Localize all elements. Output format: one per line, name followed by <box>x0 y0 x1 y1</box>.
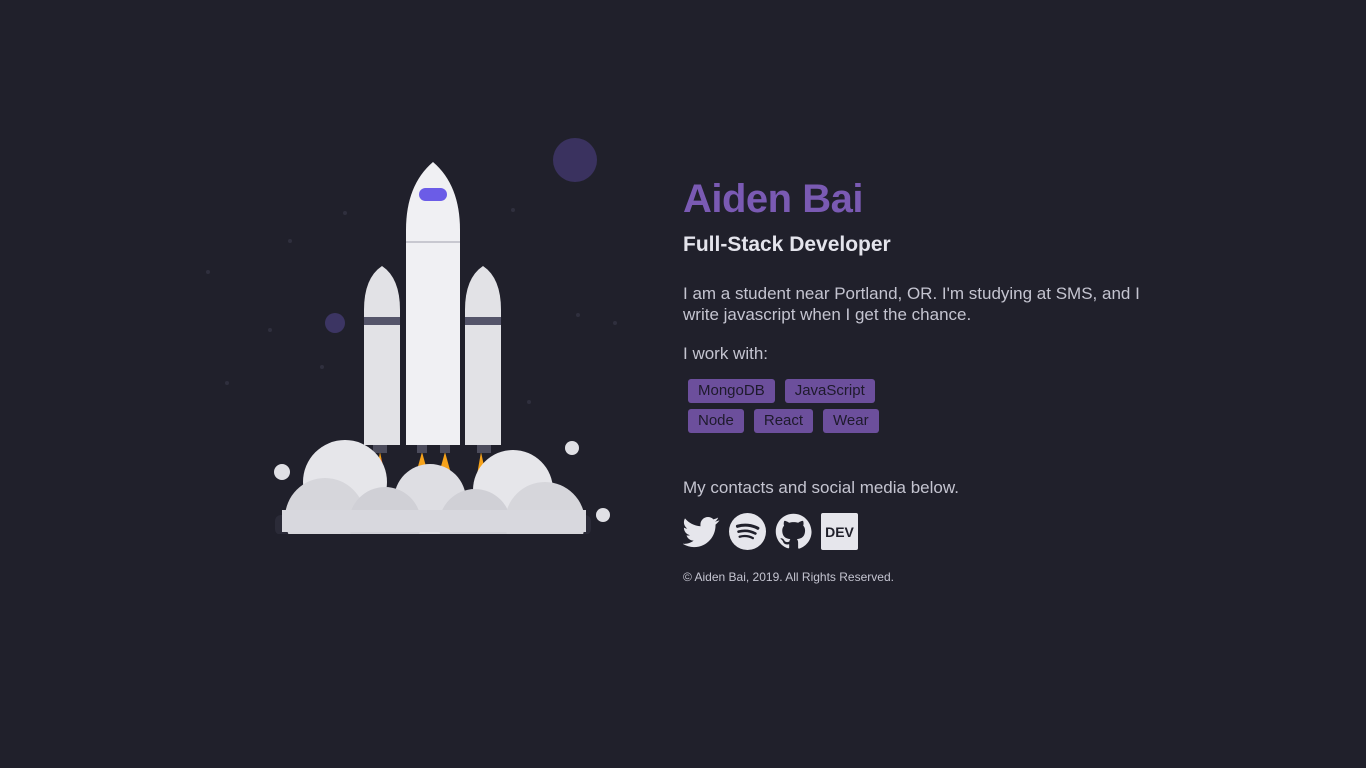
left-booster <box>364 266 400 453</box>
tag-javascript: JavaScript <box>784 379 875 403</box>
tag-wear: Wear <box>823 409 879 433</box>
tech-tags: MongoDB JavaScript Node React Wear <box>688 379 918 439</box>
rocket-illustration <box>195 130 635 550</box>
profile-section: Aiden Bai Full-Stack Developer I am a st… <box>683 176 1173 585</box>
profile-role: Full-Stack Developer <box>683 233 891 256</box>
rocket-launch-svg <box>206 138 617 550</box>
spotify-link[interactable] <box>729 513 766 550</box>
work-with-label: I work with: <box>683 344 769 363</box>
twitter-link[interactable] <box>683 513 720 550</box>
github-link[interactable] <box>775 513 812 550</box>
rocket-window <box>419 188 447 201</box>
planet-small <box>325 313 345 333</box>
social-links: DEV <box>683 513 1173 550</box>
contacts-label: My contacts and social media below. <box>683 478 959 497</box>
right-booster <box>465 266 501 453</box>
copyright: © Aiden Bai, 2019. All Rights Reserved. <box>683 570 894 584</box>
spotify-icon <box>729 513 766 550</box>
twitter-icon <box>683 517 720 548</box>
github-icon <box>775 513 812 549</box>
planet-large <box>553 138 597 182</box>
profile-bio: I am a student near Portland, OR. I'm st… <box>683 284 1140 324</box>
dev-link[interactable]: DEV <box>821 513 858 550</box>
page: Aiden Bai Full-Stack Developer I am a st… <box>0 0 1366 768</box>
cloud-base-mask <box>255 534 615 550</box>
tag-react: React <box>753 409 814 433</box>
central-core <box>406 162 460 453</box>
tag-node: Node <box>688 409 744 433</box>
launch-clouds <box>274 440 610 550</box>
dev-icon-label: DEV <box>825 524 854 540</box>
profile-name: Aiden Bai <box>683 177 863 221</box>
tag-mongodb: MongoDB <box>688 379 775 403</box>
dev-icon: DEV <box>821 513 858 550</box>
